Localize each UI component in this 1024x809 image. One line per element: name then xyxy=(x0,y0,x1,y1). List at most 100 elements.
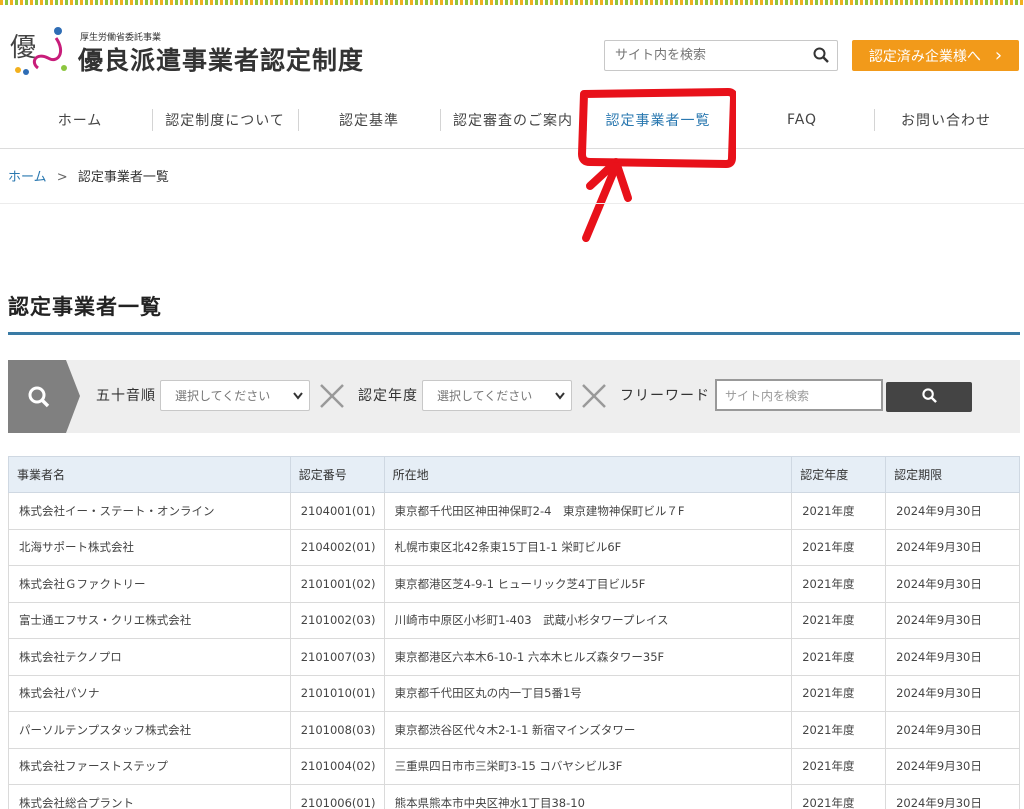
expiry-date: 2024年9月30日 xyxy=(885,638,1020,676)
cert-number: 2104002(01) xyxy=(289,528,385,566)
nav-divider xyxy=(440,109,441,131)
cert-number: 2104001(01) xyxy=(289,492,385,530)
address: 東京都港区芝4-9-1 ヒューリック芝4丁目ビル5F xyxy=(383,565,793,603)
top-decorative-line xyxy=(0,0,1024,5)
table-row[interactable]: 株式会社Ｇファクトリー 2101001(02) 東京都港区芝4-9-1 ヒューリ… xyxy=(8,565,1020,603)
company-name: 北海サポート株式会社 xyxy=(8,528,291,566)
title-underline xyxy=(8,332,1020,335)
column-header-address[interactable]: 所在地 xyxy=(383,456,793,493)
company-name: 株式会社パソナ xyxy=(8,674,291,712)
chevron-down-icon xyxy=(555,389,565,403)
cert-year: 2021年度 xyxy=(791,747,887,785)
chevron-down-icon xyxy=(293,389,303,403)
breadcrumb-current: 認定事業者一覧 xyxy=(77,170,169,185)
cert-year: 2021年度 xyxy=(791,565,887,603)
company-name: 株式会社Ｇファクトリー xyxy=(8,565,291,603)
nav-item-faq[interactable]: FAQ xyxy=(732,106,872,134)
table-row[interactable]: 株式会社ファーストステップ 2101004(02) 三重県四日市市三栄町3-15… xyxy=(8,747,1020,785)
column-header-cert-year[interactable]: 認定年度 xyxy=(791,456,887,493)
expiry-date: 2024年9月30日 xyxy=(885,784,1020,809)
cert-number: 2101008(03) xyxy=(289,711,385,749)
table-row[interactable]: 富士通エフサス・クリエ株式会社 2101002(03) 川崎市中原区小杉町1-4… xyxy=(8,601,1020,639)
freeword-input[interactable]: サイト内を検索 xyxy=(715,379,883,411)
filter-tag xyxy=(8,360,80,433)
nav-divider xyxy=(586,109,587,131)
nav-divider xyxy=(730,109,731,131)
column-header-cert-number[interactable]: 認定番号 xyxy=(289,456,385,493)
filter-search-button[interactable] xyxy=(886,382,972,412)
cert-year: 2021年度 xyxy=(791,784,887,809)
company-name: 株式会社イー・ステート・オンライン xyxy=(8,492,291,530)
nav-item-criteria[interactable]: 認定基準 xyxy=(300,106,438,134)
nav-divider xyxy=(152,109,153,131)
breadcrumb-separator: > xyxy=(56,170,68,185)
expiry-date: 2024年9月30日 xyxy=(885,565,1020,603)
main-nav: ホーム 認定制度について 認定基準 認定審査のご案内 認定事業者一覧 FAQ お… xyxy=(0,96,1024,149)
year-select[interactable]: 選択してください xyxy=(422,380,572,411)
cert-year: 2021年度 xyxy=(791,601,887,639)
freeword-placeholder: サイト内を検索 xyxy=(725,388,810,403)
breadcrumb-divider xyxy=(0,203,1024,204)
chevron-right-icon: › xyxy=(994,45,1003,66)
address: 札幌市東区北42条東15丁目1-1 栄町ビル6F xyxy=(383,528,793,566)
logo-mark-icon: 優 xyxy=(8,22,76,78)
table-row[interactable]: 株式会社パソナ 2101010(01) 東京都千代田区丸の内一丁目5番1号 20… xyxy=(8,674,1020,712)
expiry-date: 2024年9月30日 xyxy=(885,601,1020,639)
table-row[interactable]: 北海サポート株式会社 2104002(01) 札幌市東区北42条東15丁目1-1… xyxy=(8,528,1020,566)
address: 川崎市中原区小杉町1-403 武蔵小杉タワープレイス xyxy=(383,601,793,639)
cert-number: 2101004(02) xyxy=(289,747,385,785)
cert-year: 2021年度 xyxy=(791,492,887,530)
address: 東京都千代田区神田神保町2-4 東京建物神保町ビル７F xyxy=(383,492,793,530)
table-row[interactable]: 株式会社総合プラント 2101006(01) 熊本県熊本市中央区神水1丁目38-… xyxy=(8,784,1020,809)
table-row[interactable]: 株式会社テクノプロ 2101007(03) 東京都港区六本木6-10-1 六本木… xyxy=(8,638,1020,676)
close-x-icon xyxy=(580,382,608,414)
certified-companies-button[interactable]: 認定済み企業様へ › xyxy=(852,40,1019,71)
filter-syllabary-label: 五十音順 xyxy=(96,388,156,404)
address: 東京都渋谷区代々木2-1-1 新宿マインズタワー xyxy=(383,711,793,749)
address: 熊本県熊本市中央区神水1丁目38-10 xyxy=(383,784,793,809)
cert-year: 2021年度 xyxy=(791,638,887,676)
expiry-date: 2024年9月30日 xyxy=(885,492,1020,530)
address: 三重県四日市市三栄町3-15 コバヤシビル3F xyxy=(383,747,793,785)
nav-item-about[interactable]: 認定制度について xyxy=(154,106,296,134)
year-select-value: 選択してください xyxy=(437,389,533,403)
cert-number: 2101006(01) xyxy=(289,784,385,809)
search-icon xyxy=(921,387,937,407)
breadcrumb-home-link[interactable]: ホーム xyxy=(8,170,47,185)
header-search-input[interactable] xyxy=(605,41,805,70)
filter-bar: 五十音順 選択してください 認定年度 選択してください フリーワード サイト内を… xyxy=(8,360,1020,433)
nav-item-certified-list[interactable]: 認定事業者一覧 xyxy=(588,106,728,134)
address: 東京都港区六本木6-10-1 六本木ヒルズ森タワー35F xyxy=(383,638,793,676)
cert-year: 2021年度 xyxy=(791,528,887,566)
company-name: 株式会社総合プラント xyxy=(8,784,291,809)
logo-title: 優良派遣事業者認定制度 xyxy=(78,46,365,75)
nav-item-contact[interactable]: お問い合わせ xyxy=(876,106,1016,134)
expiry-date: 2024年9月30日 xyxy=(885,747,1020,785)
nav-item-review-guide[interactable]: 認定審査のご案内 xyxy=(442,106,584,134)
search-icon xyxy=(28,386,50,412)
company-name: 株式会社テクノプロ xyxy=(8,638,291,676)
close-x-icon xyxy=(318,382,346,414)
cert-year: 2021年度 xyxy=(791,711,887,749)
syllabary-select[interactable]: 選択してください xyxy=(160,380,310,411)
cert-number: 2101002(03) xyxy=(289,601,385,639)
syllabary-select-value: 選択してください xyxy=(175,389,271,403)
filter-freeword-label: フリーワード xyxy=(620,388,710,404)
column-header-company[interactable]: 事業者名 xyxy=(8,456,291,493)
certified-companies-label: 認定済み企業様へ xyxy=(868,48,981,65)
expiry-date: 2024年9月30日 xyxy=(885,528,1020,566)
header-search-box[interactable] xyxy=(604,40,838,71)
nav-divider xyxy=(874,109,875,131)
expiry-date: 2024年9月30日 xyxy=(885,674,1020,712)
table-header-row: 事業者名 認定番号 所在地 認定年度 認定期限 xyxy=(8,456,1020,493)
table-row[interactable]: 株式会社イー・ステート・オンライン 2104001(01) 東京都千代田区神田神… xyxy=(8,492,1020,530)
column-header-expiry[interactable]: 認定期限 xyxy=(885,456,1020,493)
expiry-date: 2024年9月30日 xyxy=(885,711,1020,749)
nav-item-home[interactable]: ホーム xyxy=(10,106,150,134)
search-icon[interactable] xyxy=(813,47,829,67)
table-row[interactable]: パーソルテンプスタッフ株式会社 2101008(03) 東京都渋谷区代々木2-1… xyxy=(8,711,1020,749)
address: 東京都千代田区丸の内一丁目5番1号 xyxy=(383,674,793,712)
company-name: 株式会社ファーストステップ xyxy=(8,747,291,785)
svg-text:優: 優 xyxy=(10,33,36,63)
cert-number: 2101001(02) xyxy=(289,565,385,603)
